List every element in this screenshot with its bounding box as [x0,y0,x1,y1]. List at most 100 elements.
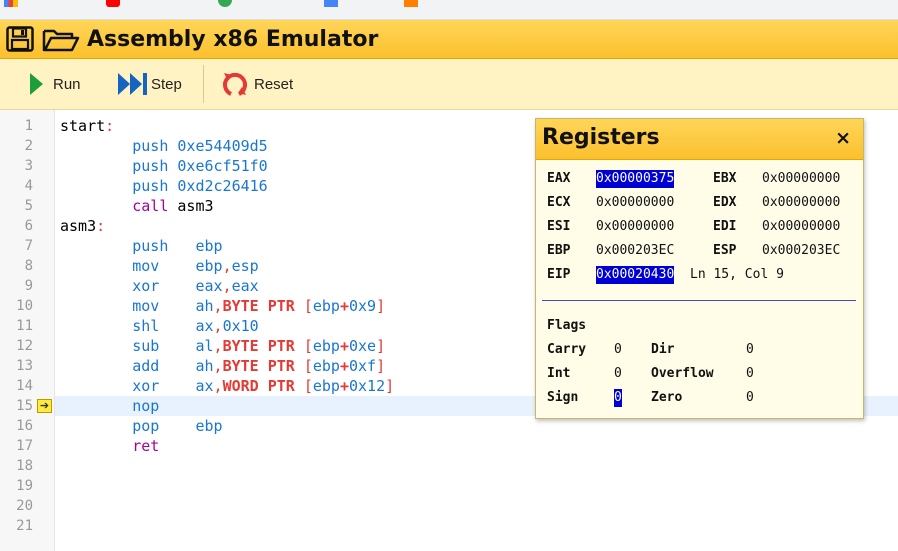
registers-panel: Registers × EAX 0x00000375 EBX 0x0000000… [535,118,864,419]
cursor-position: Ln 15, Col 9 [690,267,784,282]
flag-carry-value: 0 [614,342,622,357]
line-number: 21 [16,518,33,534]
flag-dir-label: Dir [651,342,675,357]
bookmark-gmail[interactable] [4,0,24,7]
flag-dir-value: 0 [746,342,754,357]
code-line: add ah,BYTE PTR [ebp+0xf] [132,357,386,375]
flag-sign-label: Sign [547,390,579,405]
bookmark-google[interactable] [218,0,238,7]
maps-icon [324,0,338,7]
flag-int-value: 0 [614,366,622,381]
reset-label: Reset [254,75,294,93]
line-number: 19 [16,478,33,494]
line-number: 8 [24,258,33,274]
run-button[interactable]: Run [28,69,81,99]
register-edi-value: 0x00000000 [762,219,841,234]
register-edi-label: EDI [713,219,737,234]
line-number: 14 [16,378,33,394]
flag-overflow-label: Overflow [651,366,714,381]
close-icon[interactable]: × [835,127,851,149]
code-line: start: [60,117,115,135]
flag-zero-value: 0 [746,390,754,405]
code-line: mov ah,BYTE PTR [ebp+0x9] [132,297,386,315]
register-ecx-label: ECX [547,195,571,210]
run-label: Run [53,75,81,93]
registers-title: Registers [542,125,660,150]
line-number: 2 [24,138,33,154]
reset-button[interactable]: Reset [222,69,293,99]
flag-zero-label: Zero [651,390,683,405]
line-number: 5 [24,198,33,214]
youtube-icon [106,0,120,7]
register-ebp-label: EBP [547,243,571,258]
line-number: 20 [16,498,33,514]
browser-bookmarks-bar [0,0,898,20]
code-line: shl ax,0x10 [132,317,259,335]
register-ecx-value: 0x00000000 [596,195,675,210]
code-line: mov ebp,esp [132,257,259,275]
line-number: 16 [16,418,33,434]
flag-int-label: Int [547,366,571,381]
line-number: 9 [24,278,33,294]
register-ebx-value: 0x00000000 [762,171,841,186]
register-edx-value: 0x00000000 [762,195,841,210]
registers-header[interactable]: Registers × [536,119,863,160]
google-icon [218,0,232,7]
step-forward-icon [116,72,150,96]
bookmark-other[interactable] [404,0,424,7]
flag-sign-value: 0 [614,389,622,407]
code-line-current: nop [132,397,160,415]
line-number: 7 [24,238,33,254]
flags-title: Flags [547,318,587,333]
line-number: 11 [16,318,33,334]
code-line: xor ax,WORD PTR [ebp+0x12] [132,377,395,395]
line-number: 13 [16,358,33,374]
register-eip-value: 0x00020430 [596,266,675,284]
line-number: 3 [24,158,33,174]
register-eax-label: EAX [547,171,571,186]
line-number: 12 [16,338,33,354]
execution-arrow-icon: ➔ [37,399,52,413]
register-eax-value: 0x00000375 [596,170,675,188]
code-line: pop ebp [132,417,223,435]
emulator-page: Assembly x86 Emulator Run Step Reset 1 2… [0,0,898,551]
line-number: 15 [16,398,33,414]
gmail-icon [4,0,18,7]
line-number: 4 [24,178,33,194]
register-esp-value: 0x000203EC [762,243,841,258]
step-label: Step [151,75,182,93]
register-esi-label: ESI [547,219,571,234]
bookmark-youtube[interactable] [106,0,126,7]
toolbar: Run Step Reset [0,59,898,110]
code-line: xor eax,eax [132,277,259,295]
bookmark-maps[interactable] [324,0,344,7]
open-folder-icon[interactable] [42,28,80,57]
register-edx-label: EDX [713,195,737,210]
step-button[interactable]: Step [116,69,182,99]
toolbar-separator [203,65,204,103]
app-title: Assembly x86 Emulator [87,27,379,52]
code-line: sub al,BYTE PTR [ebp+0xe] [132,337,386,355]
reset-icon [222,70,248,98]
flag-overflow-value: 0 [746,366,754,381]
bars-icon [404,0,418,7]
flag-carry-label: Carry [547,342,587,357]
play-icon [28,72,44,96]
code-line: ret [132,437,160,455]
code-line: push ebp [132,237,223,255]
line-number: 10 [16,298,33,314]
register-ebx-label: EBX [713,171,737,186]
app-title-bar: Assembly x86 Emulator [0,20,898,59]
line-number: 17 [16,438,33,454]
save-icon[interactable] [6,26,34,57]
line-number: 6 [24,218,33,234]
code-line: asm3: [60,217,106,235]
code-line: push 0xe54409d5 [132,137,268,155]
code-line: push 0xd2c26416 [132,177,268,195]
code-line: call asm3 [132,197,214,215]
line-number: 18 [16,458,33,474]
registers-divider [542,300,856,301]
register-esi-value: 0x00000000 [596,219,675,234]
register-ebp-value: 0x000203EC [596,243,675,258]
line-number: 1 [24,118,33,134]
